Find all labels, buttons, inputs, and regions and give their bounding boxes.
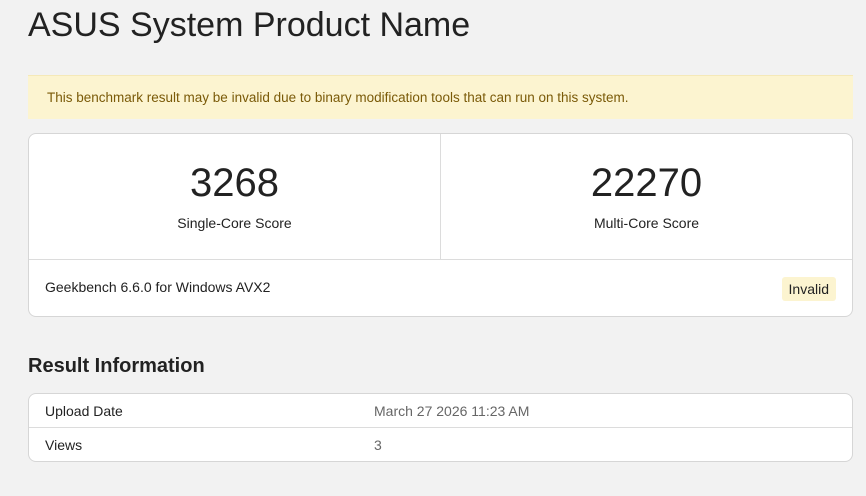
page-title: ASUS System Product Name (28, 6, 471, 44)
single-core-label: Single-Core Score (177, 215, 292, 231)
multi-core-label: Multi-Core Score (593, 215, 700, 231)
invalid-badge: Invalid (781, 277, 836, 301)
multi-core-cell: 22270 Multi-Core Score (441, 134, 852, 259)
table-row: Upload Date March 27 2026 11:23 AM (29, 394, 852, 427)
single-core-score: 3268 (190, 161, 279, 205)
upload-date-value: March 27 2026 11:23 AM (374, 403, 530, 419)
single-core-cell: 3268 Single-Core Score (29, 134, 441, 259)
warning-text: This benchmark result may be invalid due… (47, 90, 629, 105)
score-card: 3268 Single-Core Score 22270 Multi-Core … (28, 133, 853, 317)
views-key: Views (45, 437, 83, 453)
invalid-warning-banner: This benchmark result may be invalid due… (28, 75, 853, 119)
version-row: Geekbench 6.6.0 for Windows AVX2 Invalid (29, 260, 852, 316)
result-information-title: Result Information (28, 355, 205, 377)
benchmark-version: Geekbench 6.6.0 for Windows AVX2 (45, 279, 271, 295)
scores-row: 3268 Single-Core Score 22270 Multi-Core … (29, 134, 852, 260)
upload-date-key: Upload Date (45, 403, 123, 419)
multi-core-score: 22270 (590, 161, 703, 205)
table-row: Views 3 (29, 427, 852, 461)
result-information-table: Upload Date March 27 2026 11:23 AM Views… (28, 393, 853, 462)
views-value: 3 (374, 437, 382, 453)
